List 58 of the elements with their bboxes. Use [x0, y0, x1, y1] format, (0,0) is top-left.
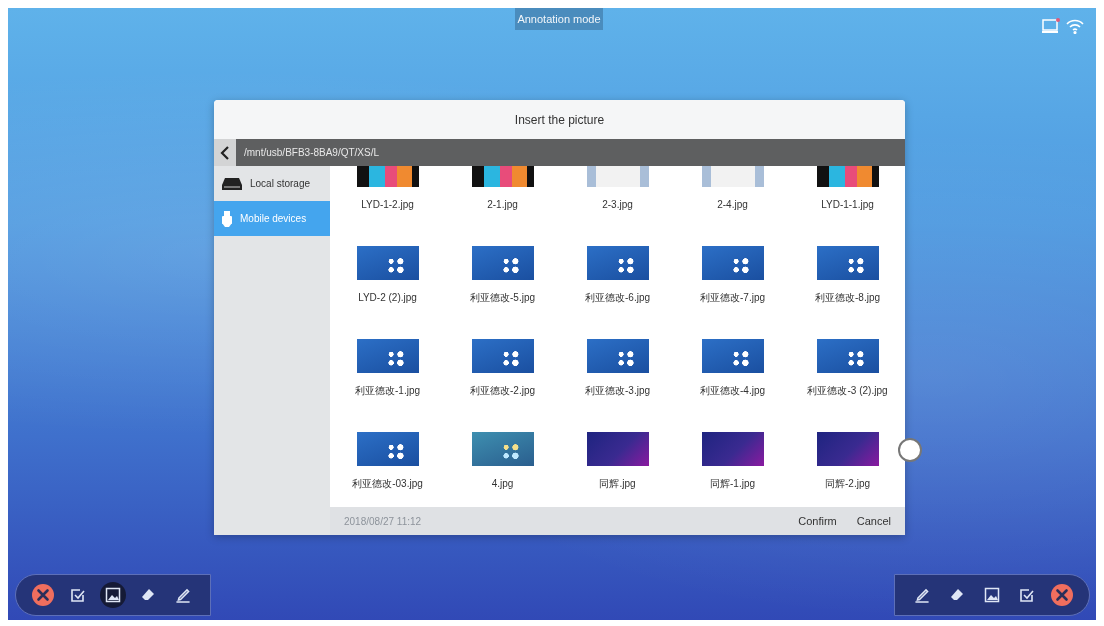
- image-thumbnail[interactable]: [586, 432, 649, 466]
- eraser-icon[interactable]: [140, 587, 156, 603]
- close-icon[interactable]: [31, 583, 55, 607]
- file-name: 利亚德改-03.jpg: [352, 477, 423, 490]
- image-thumbnail[interactable]: [356, 246, 419, 280]
- hard-drive-icon: [222, 177, 242, 190]
- sidebar-item[interactable]: Local storage: [214, 166, 330, 201]
- image-icon[interactable]: [105, 587, 121, 603]
- file-name: 利亚德改-5.jpg: [470, 291, 535, 304]
- usb-drive-icon: [222, 210, 232, 227]
- image-thumbnail[interactable]: [816, 339, 879, 373]
- image-thumbnail[interactable]: [356, 432, 419, 466]
- folder-path: /mnt/usb/BFB3-8BA9/QT/XS/L: [244, 147, 380, 158]
- file-name: 2-4.jpg: [717, 198, 748, 211]
- image-thumbnail[interactable]: [816, 432, 879, 466]
- image-thumbnail[interactable]: [471, 432, 534, 466]
- image-thumbnail[interactable]: [701, 339, 764, 373]
- image-thumbnail[interactable]: [586, 339, 649, 373]
- file-name: 2-1.jpg: [487, 198, 518, 211]
- file-name: 同辉.jpg: [599, 477, 636, 490]
- file-name: 同辉-1.jpg: [710, 477, 755, 490]
- dialog-button[interactable]: Cancel: [856, 513, 891, 529]
- eraser-icon[interactable]: [949, 587, 965, 603]
- screen-icon[interactable]: [1042, 18, 1060, 34]
- file-name: LYD-1-2.jpg: [361, 198, 414, 211]
- image-thumbnail[interactable]: [586, 246, 649, 280]
- image-thumbnail[interactable]: [816, 246, 879, 280]
- close-icon[interactable]: [1050, 583, 1074, 607]
- date-time: 2018/08/27 11:12: [344, 515, 423, 527]
- pen-icon[interactable]: [175, 587, 191, 603]
- image-thumbnail[interactable]: [701, 246, 764, 280]
- file-name: 利亚德改-7.jpg: [700, 291, 765, 304]
- file-name: 2-3.jpg: [602, 198, 633, 211]
- image-thumbnail[interactable]: [471, 339, 534, 373]
- dialog-title: Insert the picture: [514, 112, 605, 127]
- file-name: LYD-2 (2).jpg: [358, 291, 417, 304]
- pen-icon[interactable]: [914, 587, 930, 603]
- file-name: 利亚德改-6.jpg: [585, 291, 650, 304]
- checkbox-icon[interactable]: [1019, 587, 1035, 603]
- file-name: LYD-1-1.jpg: [821, 198, 874, 211]
- image-thumbnail[interactable]: [701, 432, 764, 466]
- file-name: 利亚德改-1.jpg: [355, 384, 420, 397]
- file-name: 利亚德改-3 (2).jpg: [807, 384, 888, 397]
- file-name: 利亚德改-4.jpg: [700, 384, 765, 397]
- back-button[interactable]: [214, 139, 236, 166]
- file-name: 利亚德改-8.jpg: [815, 291, 880, 304]
- mode-label: Annotation mode: [515, 8, 603, 30]
- image-thumbnail[interactable]: [471, 246, 534, 280]
- file-name: 4.jpg: [491, 477, 514, 490]
- checkbox-icon[interactable]: [70, 587, 86, 603]
- file-name: 同辉-2.jpg: [825, 477, 870, 490]
- drag-handle[interactable]: [898, 438, 922, 462]
- image-thumbnail[interactable]: [356, 339, 419, 373]
- image-icon[interactable]: [984, 587, 1000, 603]
- dialog-button[interactable]: Confirm: [798, 513, 837, 529]
- file-name: 利亚德改-3.jpg: [585, 384, 650, 397]
- chevron-left-icon: [220, 145, 230, 160]
- file-name: 利亚德改-2.jpg: [470, 384, 535, 397]
